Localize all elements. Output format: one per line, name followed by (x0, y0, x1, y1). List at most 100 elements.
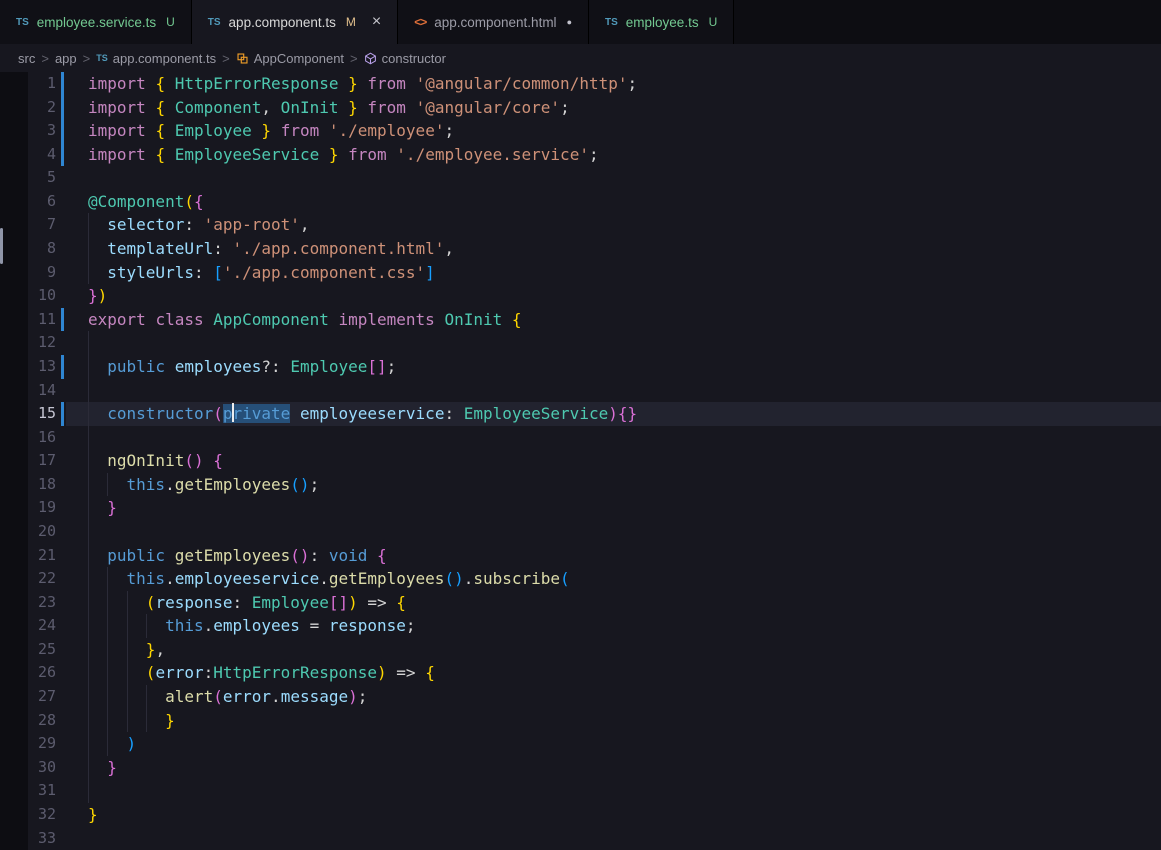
git-status-badge: U (708, 15, 718, 29)
line-number: 19 (37, 498, 56, 517)
code-line-25[interactable]: 25 }, (0, 637, 1161, 662)
code-text: public getEmployees(): void { (88, 544, 386, 568)
code-token: ; (560, 97, 570, 117)
code-line-29[interactable]: 29 ) (0, 732, 1161, 756)
breadcrumb-label: constructor (381, 50, 446, 66)
code-line-14[interactable]: 14 (0, 378, 1161, 403)
unsaved-dot: ● (566, 17, 572, 27)
code-line-11[interactable]: 11 export class AppComponent implements O… (0, 307, 1161, 332)
code-line-16[interactable]: 16 (0, 425, 1161, 450)
code-line-26[interactable]: 26 (error:HttpErrorResponse) => { (0, 661, 1161, 686)
tab-employee.service.ts[interactable]: TS employee.service.ts U (0, 0, 192, 44)
code-line-24[interactable]: 24 this.employees = response; (0, 614, 1161, 638)
code-line-32[interactable]: 32} (0, 803, 1161, 827)
code-token: public (107, 356, 175, 376)
code-token: './employee.service' (396, 144, 589, 164)
code-token: {} (617, 404, 638, 424)
tab-app.component.html[interactable]: <> app.component.html ● (398, 0, 589, 44)
code-token: this (165, 616, 204, 636)
code-line-15[interactable]: 15 constructor(private employeeservice: … (0, 402, 1161, 426)
code-token: { (511, 309, 522, 329)
code-token: ( (213, 404, 223, 424)
code-line-18[interactable]: 18 this.getEmployees(); (0, 472, 1161, 497)
code-token: ; (405, 616, 416, 636)
code-line-8[interactable]: 8 templateUrl: './app.component.html', (0, 237, 1161, 261)
git-modified-gutter-indicator (61, 119, 64, 143)
line-number: 14 (37, 380, 56, 399)
code-token: '@angular/common/http' (415, 74, 628, 93)
code-token: class (155, 309, 214, 329)
html-file-icon: <> (414, 15, 427, 29)
code-line-4[interactable]: 4 import { EmployeeService } from './empl… (0, 142, 1161, 167)
code-token: ( (184, 191, 194, 211)
indent-guide (88, 779, 89, 803)
code-token: { (155, 121, 166, 141)
code-line-6[interactable]: 6 @Component({ (0, 190, 1161, 214)
breadcrumb: src > app > TS app.component.ts > AppComponent >… (0, 44, 1161, 72)
git-modified-gutter-indicator (61, 142, 64, 167)
breadcrumb-separator: > (41, 50, 49, 66)
breadcrumb-item-AppComponent[interactable]: AppComponent (236, 51, 344, 66)
code-line-1[interactable]: 1 import { HttpErrorResponse } from '@ang… (0, 72, 1161, 96)
code-line-27[interactable]: 27 alert(error.message); (0, 685, 1161, 709)
code-line-31[interactable]: 31 (0, 779, 1161, 803)
breadcrumb-item-app.component.ts[interactable]: TS app.component.ts (96, 51, 216, 66)
code-token: ; (444, 121, 455, 141)
breadcrumb-label: app.component.ts (112, 50, 217, 66)
code-token: ; (627, 74, 638, 93)
code-line-17[interactable]: 17 ngOnInit() { (0, 449, 1161, 473)
code-line-33[interactable]: 33 (0, 827, 1161, 850)
code-token: : (193, 262, 214, 282)
code-token: styleUrls (107, 262, 194, 282)
code-line-28[interactable]: 28 } (0, 708, 1161, 733)
code-text: import { Employee } from './employee'; (88, 119, 454, 143)
code-line-9[interactable]: 9 styleUrls: ['./app.component.css'] (0, 260, 1161, 285)
breadcrumb-label: AppComponent (253, 50, 345, 66)
code-line-2[interactable]: 2 import { Component, OnInit } from '@ang… (0, 95, 1161, 120)
breadcrumb-item-constructor[interactable]: constructor (364, 51, 446, 66)
line-number: 33 (37, 828, 56, 847)
breadcrumb-item-src[interactable]: src (18, 51, 35, 66)
tab-employee.ts[interactable]: TS employee.ts U (589, 0, 735, 44)
code-token: employeeservice (299, 404, 445, 424)
breadcrumb-item-app[interactable]: app (55, 51, 77, 66)
code-line-13[interactable]: 13 public employees?: Employee[]; (0, 354, 1161, 379)
code-editor[interactable]: 1 import { HttpErrorResponse } from '@ang… (0, 72, 1161, 850)
code-token: Employee (251, 592, 329, 612)
code-line-10[interactable]: 10}) (0, 284, 1161, 308)
line-number: 20 (37, 521, 56, 540)
code-line-20[interactable]: 20 (0, 519, 1161, 544)
code-token: EmployeeService (165, 144, 329, 164)
code-text: this.employeeservice.getEmployees().subs… (88, 567, 570, 591)
code-line-22[interactable]: 22 this.employeeservice.getEmployees().s… (0, 567, 1161, 591)
line-number: 4 (46, 144, 56, 163)
code-token: this (126, 474, 166, 494)
git-modified-gutter-indicator (61, 307, 64, 332)
code-line-7[interactable]: 7 selector: 'app-root', (0, 213, 1161, 238)
code-token: Employee (165, 121, 262, 141)
code-line-12[interactable]: 12 (0, 331, 1161, 355)
close-icon[interactable]: × (372, 14, 381, 30)
code-line-23[interactable]: 23 (response: Employee[]) => { (0, 590, 1161, 615)
code-line-21[interactable]: 21 public getEmployees(): void { (0, 543, 1161, 568)
git-status-badge: U (166, 15, 175, 29)
line-number: 15 (37, 404, 56, 423)
line-number: 9 (46, 262, 56, 281)
code-token: () (290, 474, 310, 494)
tab-label: app.component.html (434, 14, 557, 30)
code-line-5[interactable]: 5 (0, 166, 1161, 190)
tab-app.component.ts[interactable]: TS app.component.ts M × (191, 0, 399, 44)
code-line-19[interactable]: 19 } (0, 496, 1161, 520)
code-line-30[interactable]: 30 } (0, 755, 1161, 780)
indent-guide (88, 425, 89, 450)
code-line-3[interactable]: 3 import { Employee } from './employee'; (0, 119, 1161, 143)
